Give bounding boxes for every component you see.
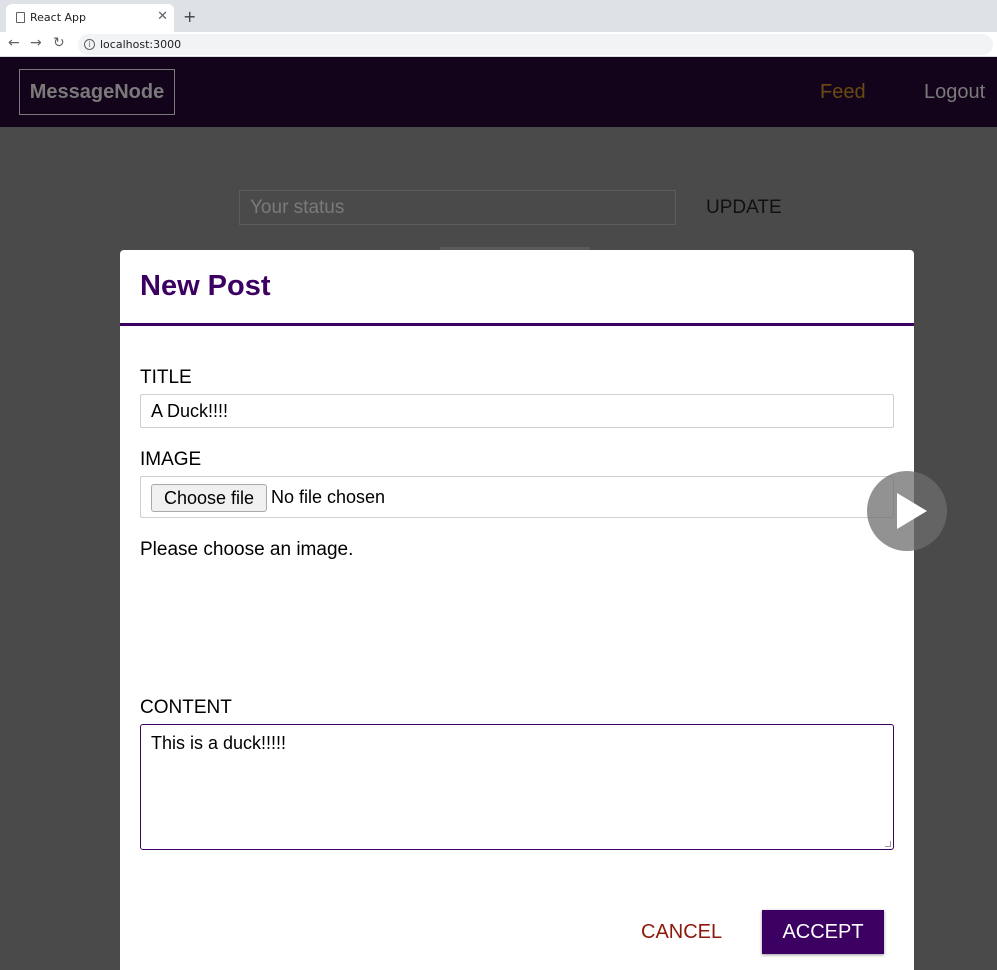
modal-title: New Post <box>140 270 271 302</box>
choose-file-button[interactable]: Choose file <box>151 484 267 512</box>
info-icon[interactable]: i <box>84 39 95 50</box>
status-input[interactable]: Your status <box>239 190 676 225</box>
nav-feed-link[interactable]: Feed <box>820 81 866 104</box>
page-icon <box>16 12 25 23</box>
cancel-button[interactable]: CANCEL <box>641 921 722 944</box>
reload-icon[interactable]: ↻ <box>53 35 65 51</box>
image-preview-message: Please choose an image. <box>140 539 354 560</box>
accept-button[interactable]: ACCEPT <box>762 910 884 954</box>
modal-header: New Post <box>120 250 914 326</box>
address-bar[interactable]: i localhost:3000 <box>78 34 993 55</box>
nav-logout-link[interactable]: Logout <box>924 81 985 104</box>
url-text[interactable]: localhost:3000 <box>100 38 181 51</box>
play-button[interactable] <box>867 471 947 551</box>
app-header: MessageNode Feed Logout <box>0 57 997 127</box>
content-textarea[interactable]: This is a duck!!!!! <box>140 724 894 850</box>
title-label: TITLE <box>140 367 192 388</box>
browser-tab-bar: React App ✕ + <box>0 0 997 32</box>
content-label: CONTENT <box>140 697 232 718</box>
browser-toolbar: ← → ↻ i localhost:3000 <box>0 32 997 57</box>
play-icon <box>897 493 927 529</box>
image-file-input[interactable]: Choose file No file chosen <box>140 476 894 518</box>
plus-icon[interactable]: + <box>183 7 196 26</box>
close-icon[interactable]: ✕ <box>157 9 168 24</box>
back-icon[interactable]: ← <box>8 35 20 51</box>
content-text: This is a duck!!!!! <box>151 733 287 753</box>
tab-title: React App <box>30 11 87 24</box>
no-file-text: No file chosen <box>271 487 386 507</box>
forward-icon[interactable]: → <box>30 35 42 51</box>
resize-handle[interactable] <box>885 841 891 847</box>
logo[interactable]: MessageNode <box>19 69 175 115</box>
browser-tab[interactable]: React App ✕ <box>6 4 174 32</box>
update-button[interactable]: UPDATE <box>706 197 782 219</box>
image-label: IMAGE <box>140 449 202 470</box>
new-post-modal: New Post TITLE A Duck!!!! IMAGE Choose f… <box>120 250 914 970</box>
title-input[interactable]: A Duck!!!! <box>140 394 894 428</box>
